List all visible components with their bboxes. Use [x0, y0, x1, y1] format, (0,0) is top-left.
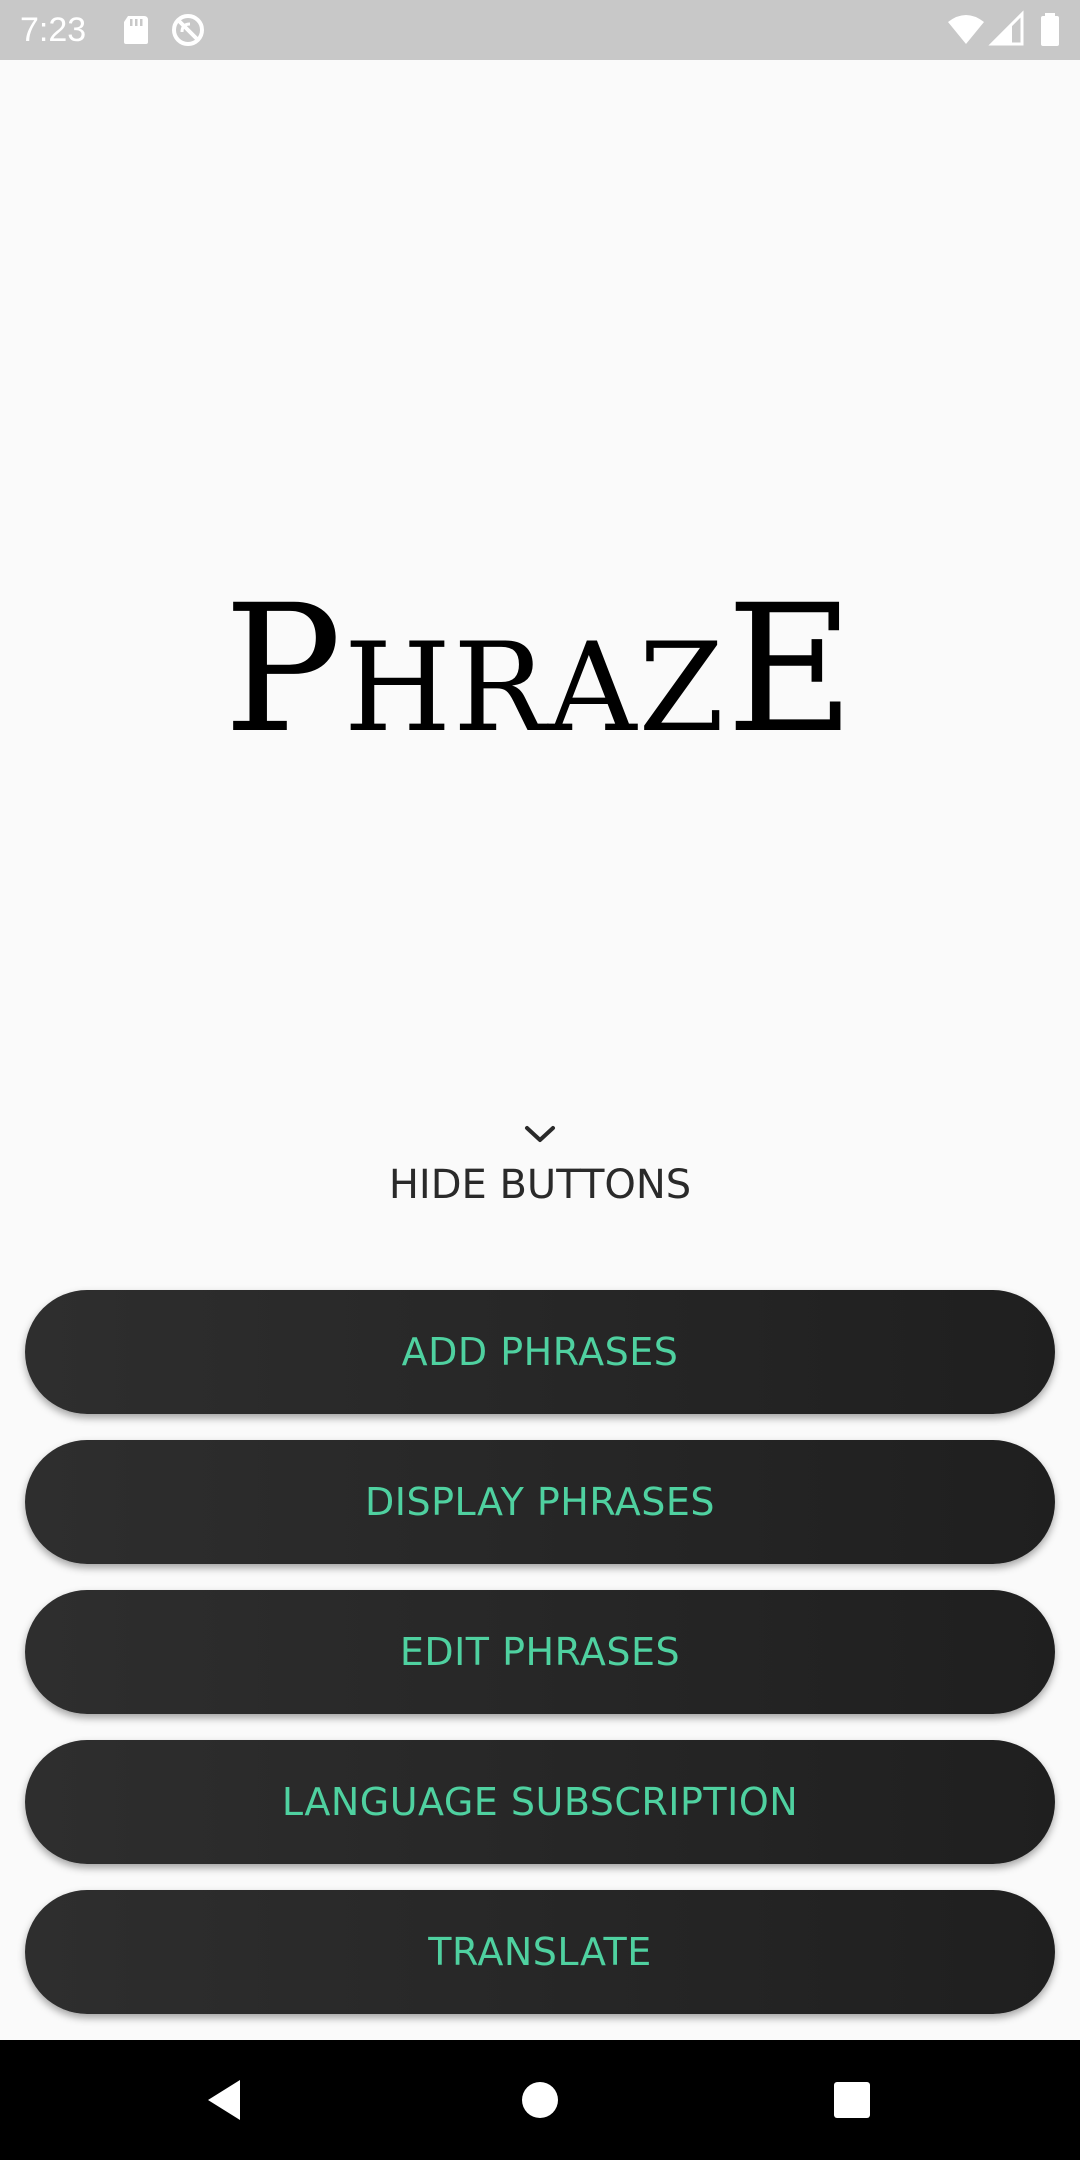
wifi-icon	[948, 15, 984, 44]
sd-card-icon	[124, 16, 148, 44]
cell-signal-icon	[988, 10, 1024, 46]
status-time: 7:23	[20, 11, 87, 49]
app-title: PhrazE	[223, 567, 857, 772]
hide-buttons-label: HIDE BUTTONS	[388, 1162, 692, 1208]
display-phrases-button[interactable]: DISPLAY PHRASES	[25, 1440, 1055, 1564]
screen: 7:23 PhrazE HIDE BUTTONS ADD PHRASES DIS…	[0, 0, 1080, 2160]
language-subscription-button[interactable]: LANGUAGE SUBSCRIPTION	[25, 1740, 1055, 1864]
sync-disabled-icon	[172, 14, 204, 46]
edit-phrases-button[interactable]: EDIT PHRASES	[25, 1590, 1055, 1714]
translate-button[interactable]: TRANSLATE	[25, 1890, 1055, 2014]
add-phrases-button[interactable]: ADD PHRASES	[25, 1290, 1055, 1414]
status-bar: 7:23	[0, 0, 1080, 60]
hide-buttons-toggle[interactable]: HIDE BUTTONS	[340, 1120, 740, 1230]
battery-icon	[1041, 13, 1059, 46]
chevron-down-icon	[525, 1126, 555, 1142]
menu-buttons: ADD PHRASES DISPLAY PHRASES EDIT PHRASES…	[25, 1290, 1055, 2040]
recents-icon[interactable]	[822, 2070, 882, 2130]
back-icon[interactable]	[196, 2070, 256, 2130]
home-icon[interactable]	[510, 2070, 570, 2130]
navigation-bar	[0, 2040, 1080, 2160]
